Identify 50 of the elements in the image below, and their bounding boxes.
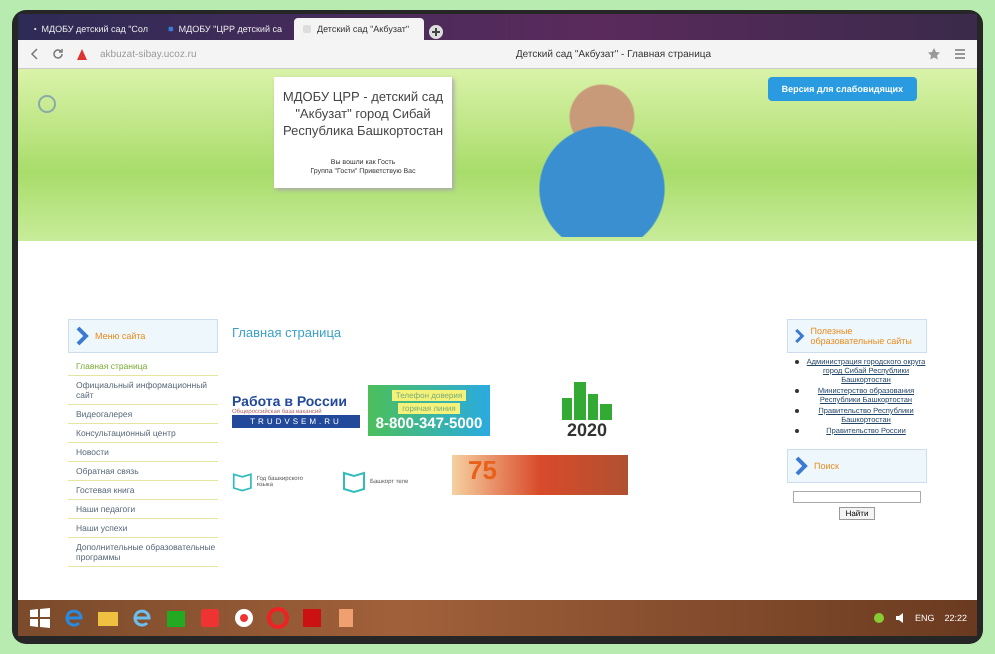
menu-icon[interactable] [953,47,967,61]
hotline-text: горячая линия [398,403,460,414]
page-heading: Главная страница [232,325,342,340]
new-tab-icon[interactable] [428,24,444,40]
search-button[interactable]: Найти [838,507,876,520]
banner-title: Работа в России [232,393,348,409]
tab-title: Детский сад "Акбузат" [317,24,410,34]
page-title: Детский сад "Акбузат" - Главная страница [514,48,712,60]
bullet-icon [795,429,799,433]
speaker-icon[interactable] [894,612,905,624]
year-label: 2020 [566,420,608,441]
bullet-icon [795,409,799,413]
menu-title: Меню сайта [95,331,146,341]
menu-item[interactable]: Видеогалерея [68,405,218,424]
page-icon [168,24,174,34]
bullet-icon [795,389,799,393]
browser-tab[interactable]: МДОБУ "ЦРР детский са [160,18,290,40]
menu-item[interactable]: Обратная связь [68,462,218,481]
chevron-icon [794,326,805,346]
browser-tab[interactable]: Детский сад "Акбузат" [294,18,424,40]
tab-title: МДОБУ детский сад "Сол [42,24,148,34]
language-indicator[interactable]: ENG [914,613,934,623]
site-name: МДОБУ ЦРР - детский сад "Акбузат" город Сибай Республика Башкортостан [282,89,444,140]
bullet-icon [795,360,799,364]
banner-url: TRUDVSEM.RU [232,415,360,428]
chevron-icon [75,326,89,346]
search-field[interactable] [793,491,921,503]
search-title: Поиск [814,461,839,471]
menu-item[interactable]: Консультационный центр [68,424,218,443]
warning-icon [76,48,88,60]
network-icon[interactable] [872,612,885,624]
circle-icon [38,95,56,113]
menu-item[interactable]: Гостевая книга [68,481,218,500]
phone-number: 8-800-347-5000 [374,415,484,432]
chevron-icon [794,456,808,476]
menu-item[interactable]: Наши педагоги [68,500,218,519]
links-title: Полезные образовательные сайты [810,326,913,346]
tab-title: МДОБУ "ЦРР детский са [178,24,282,34]
menu-item[interactable]: Наши успехи [68,519,218,538]
menu-item[interactable]: Дополнительные образовательные программы [68,538,218,567]
clock[interactable]: 22:22 [944,613,967,623]
windows-icon[interactable] [28,606,52,630]
back-icon[interactable] [28,47,40,61]
menu-item[interactable]: Официальный информационный сайт [68,376,218,405]
book-icon [342,469,366,495]
reload-icon[interactable] [52,47,64,61]
star-icon[interactable] [927,47,941,61]
hotline-text: Телефон доверия [392,390,466,401]
browser-tab[interactable]: МДОБУ детский сад "Сол [26,18,156,40]
menu-item[interactable]: Новости [68,443,218,462]
